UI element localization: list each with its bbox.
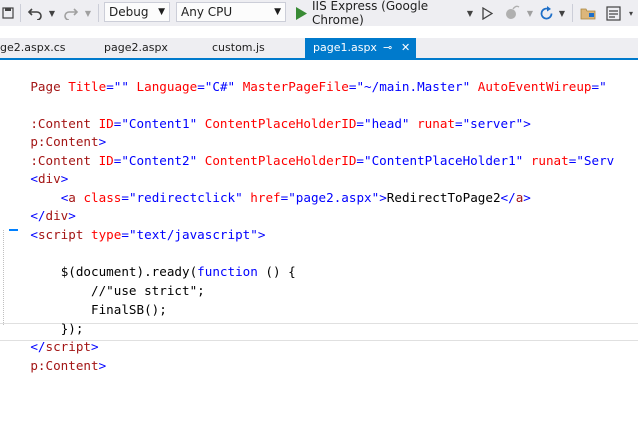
tab-label: page2.aspx bbox=[104, 41, 168, 54]
tag-name: script bbox=[37, 227, 92, 242]
tab-label: page1.aspx bbox=[313, 41, 377, 54]
start-debugging-label: IIS Express (Google Chrome) bbox=[312, 0, 429, 27]
debug-target-dropdown-icon[interactable]: ▼ bbox=[464, 0, 476, 26]
code-line-13: FinalSB(); bbox=[0, 283, 167, 317]
tag-delimiter: > bbox=[98, 358, 107, 373]
code-line-11: $(document).ready(function () { bbox=[0, 245, 296, 279]
code-line-14: }); bbox=[0, 302, 84, 336]
tab-custom-js[interactable]: custom.js bbox=[212, 38, 292, 58]
solution-configuration-select[interactable]: Debug ▼ bbox=[104, 2, 170, 22]
tag-name: p:Content bbox=[30, 358, 99, 373]
attr-name: ID bbox=[98, 153, 114, 168]
attr-name: ContentPlaceHolderID bbox=[204, 116, 357, 131]
js-keyword: function bbox=[197, 264, 258, 279]
tag-delimiter: < bbox=[30, 227, 38, 242]
attr-name: Language bbox=[136, 79, 198, 94]
code-line-5: :Content ID="Content2" ContentPlaceHolde… bbox=[0, 134, 614, 168]
attr-value: ="" bbox=[106, 79, 137, 94]
attr-name: ContentPlaceHolderID bbox=[204, 153, 357, 168]
refresh-dropdown-icon[interactable]: ▼ bbox=[556, 0, 568, 26]
solution-explorer-icon[interactable] bbox=[576, 0, 600, 26]
code-line-15: </script> bbox=[0, 320, 98, 354]
attr-value: ="head" bbox=[356, 116, 418, 131]
code-line-6: <div> bbox=[0, 152, 68, 186]
tab-page2-aspx-cs[interactable]: ge2.aspx.cs bbox=[0, 38, 94, 58]
tab-label: custom.js bbox=[212, 41, 265, 54]
link-text: RedirectToPage2 bbox=[386, 190, 501, 205]
save-all-icon[interactable] bbox=[0, 0, 16, 26]
attr-name: href bbox=[250, 190, 281, 205]
chevron-down-icon: ▼ bbox=[274, 7, 281, 17]
attr-value: ="~/main.Master" bbox=[348, 79, 478, 94]
redo-dropdown-icon[interactable]: ▼ bbox=[82, 0, 94, 26]
tab-page2-aspx[interactable]: page2.aspx bbox=[104, 38, 194, 58]
solution-platform-select[interactable]: Any CPU ▼ bbox=[176, 2, 286, 22]
attr-value: ="C#" bbox=[197, 79, 243, 94]
close-icon[interactable]: ✕ bbox=[401, 38, 410, 58]
start-debugging-button[interactable]: IIS Express (Google Chrome) bbox=[312, 0, 462, 27]
attr-value: ="ContentPlaceHolder1" bbox=[356, 153, 531, 168]
refresh-icon[interactable] bbox=[536, 0, 556, 26]
code-line-16: p:Content> bbox=[0, 339, 106, 373]
attr-value: ="Content2" bbox=[113, 153, 205, 168]
attr-value: ="Serv bbox=[568, 153, 615, 168]
code-line-8: </div> bbox=[0, 189, 76, 223]
properties-icon[interactable] bbox=[602, 0, 624, 26]
attr-name: runat bbox=[530, 153, 569, 168]
code-line-7: <a class="redirectclick" href="page2.asp… bbox=[0, 171, 531, 205]
pin-icon[interactable]: ⊸ bbox=[383, 38, 392, 58]
browser-link-icon[interactable] bbox=[500, 0, 524, 26]
tab-label: ge2.aspx.cs bbox=[0, 41, 66, 54]
toolbar-separator bbox=[20, 4, 21, 22]
undo-dropdown-icon[interactable]: ▼ bbox=[46, 0, 58, 26]
undo-icon[interactable] bbox=[24, 0, 46, 26]
code-line-12: //"use strict"; bbox=[0, 264, 205, 298]
directive-name: Page bbox=[30, 79, 69, 94]
solution-configuration-value: Debug bbox=[109, 5, 149, 19]
start-without-debugging-icon[interactable] bbox=[478, 0, 496, 26]
attr-name: runat bbox=[417, 116, 456, 131]
tag-delimiter: > bbox=[379, 190, 387, 205]
browser-link-dropdown-icon[interactable]: ▼ bbox=[524, 0, 536, 26]
code-line-9: <script type="text/javascript"> bbox=[0, 208, 265, 242]
toolbar-separator bbox=[572, 4, 573, 22]
attr-name: MasterPageFile bbox=[242, 79, 349, 94]
attr-value: ="redirectclick" bbox=[121, 190, 251, 205]
tag-delimiter: > bbox=[257, 227, 266, 242]
attr-value: ="text/javascript" bbox=[121, 227, 258, 242]
js-code: () { bbox=[257, 264, 296, 279]
solution-platform-value: Any CPU bbox=[181, 5, 233, 19]
tab-page1-aspx[interactable]: page1.aspx ⊸ ✕ bbox=[305, 38, 416, 58]
attr-name: AutoEventWireup bbox=[477, 79, 592, 94]
attr-value: ="page2.aspx" bbox=[280, 190, 380, 205]
toolbar-overflow-icon[interactable]: ▾ bbox=[626, 0, 636, 26]
attr-name: Title bbox=[68, 79, 107, 94]
attr-value: ="Content1" bbox=[113, 116, 205, 131]
code-line-4: p:Content> bbox=[0, 115, 106, 149]
attr-name: class bbox=[83, 190, 122, 205]
attr-value: ="server"> bbox=[455, 116, 531, 131]
tag-delimiter: </ bbox=[500, 190, 516, 205]
play-icon[interactable] bbox=[292, 0, 310, 26]
attr-name: type bbox=[91, 227, 122, 242]
toolbar: ▼ ▼ Debug ▼ Any CPU ▼ IIS Express (Googl… bbox=[0, 0, 638, 27]
js-code: FinalSB(); bbox=[91, 302, 167, 317]
attr-value: =" bbox=[591, 79, 607, 94]
code-line-3: :Content ID="Content1" ContentPlaceHolde… bbox=[0, 97, 531, 131]
redo-icon[interactable] bbox=[60, 0, 82, 26]
document-tab-bar: ge2.aspx.cs page2.aspx custom.js page1.a… bbox=[0, 38, 638, 60]
tag-delimiter: > bbox=[523, 190, 531, 205]
toolbar-separator bbox=[98, 4, 99, 22]
code-editor[interactable]: Page Title="" Language="C#" MasterPageFi… bbox=[0, 60, 638, 432]
code-line-1: Page Title="" Language="C#" MasterPageFi… bbox=[0, 60, 606, 94]
chevron-down-icon: ▼ bbox=[158, 7, 165, 17]
